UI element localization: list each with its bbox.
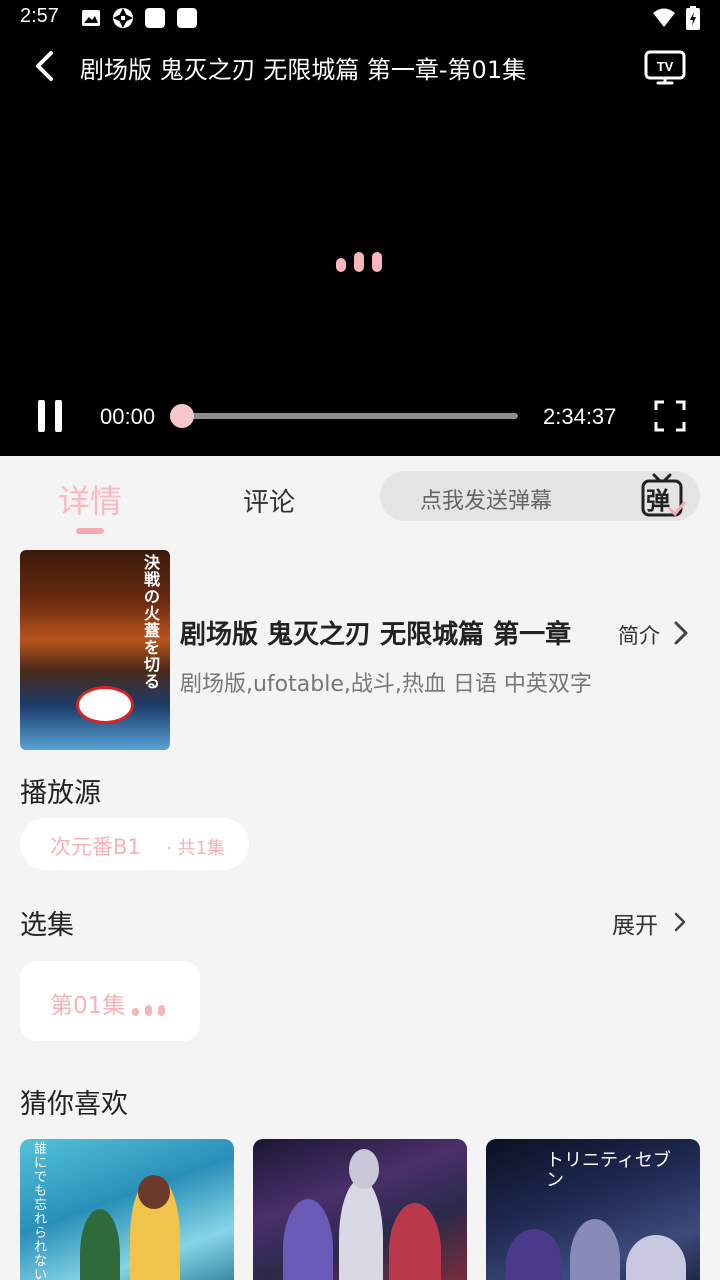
recommend-card[interactable]: トリニティセブン xyxy=(486,1139,700,1280)
video-player[interactable]: 2:57 剧场版 鬼灭之刃 无限城篇 第一章-第01集 TV 00:00 2:3… xyxy=(0,0,720,456)
pause-button[interactable] xyxy=(36,400,64,432)
source-name: 次元番B1 xyxy=(50,835,141,859)
episode-label: 第01集 xyxy=(50,993,126,1019)
source-chip[interactable]: 次元番B1 · 共1集 xyxy=(20,818,249,870)
danmaku-char: 弹 xyxy=(646,487,670,515)
sources-heading: 播放源 xyxy=(20,778,101,809)
aperture-icon xyxy=(113,8,133,28)
danmaku-input[interactable]: 点我发送弹幕 弹 xyxy=(380,471,700,521)
danmaku-toggle-icon[interactable]: 弹 xyxy=(640,473,688,519)
current-time: 00:00 xyxy=(100,404,156,429)
poster-logo xyxy=(76,686,134,724)
pause-icon xyxy=(55,400,62,432)
episode-card[interactable]: 第01集 xyxy=(20,961,200,1041)
back-arrow-icon[interactable] xyxy=(28,48,64,84)
chevron-right-icon[interactable] xyxy=(672,909,688,935)
recommend-card[interactable]: 誰にでも忘れられない夏がある xyxy=(20,1139,234,1280)
playing-indicator xyxy=(132,1005,165,1016)
show-tags: 剧场版,ufotable,战斗,热血 日语 中英双字 xyxy=(180,672,592,697)
intro-link[interactable]: 简介 xyxy=(618,620,660,650)
expand-link[interactable]: 展开 xyxy=(612,906,658,940)
fullscreen-icon[interactable] xyxy=(654,400,686,432)
episodes-heading: 选集 xyxy=(20,910,74,941)
status-time: 2:57 xyxy=(20,5,59,27)
seek-bar[interactable] xyxy=(180,413,518,419)
rec-poster-text: トリニティセブン xyxy=(546,1150,671,1191)
status-bar: 2:57 xyxy=(0,0,720,36)
tab-comments[interactable]: 评论 xyxy=(243,482,295,519)
show-title: 剧场版 鬼灭之刃 无限城篇 第一章 xyxy=(180,620,572,650)
wifi-icon xyxy=(653,8,675,27)
loading-indicator xyxy=(336,252,382,272)
video-title: 剧场版 鬼灭之刃 无限城篇 第一章-第01集 xyxy=(80,56,527,84)
pause-icon xyxy=(38,400,45,432)
square-app-icon xyxy=(177,8,197,28)
tab-bar: 详情 评论 点我发送弹幕 弹 xyxy=(0,456,720,540)
recommend-card[interactable] xyxy=(253,1139,467,1280)
seek-thumb[interactable] xyxy=(170,404,194,428)
battery-icon xyxy=(686,6,700,30)
tv-cast-icon[interactable]: TV xyxy=(644,48,686,86)
rec-poster-text: 誰にでも忘れられない夏がある xyxy=(34,1142,48,1280)
square-app-icon xyxy=(145,8,165,28)
svg-text:TV: TV xyxy=(657,59,674,74)
total-time: 2:34:37 xyxy=(543,404,617,429)
recommend-heading: 猜你喜欢 xyxy=(20,1089,128,1120)
tab-active-indicator xyxy=(76,528,104,534)
chevron-right-icon[interactable] xyxy=(670,619,692,647)
danmaku-placeholder: 点我发送弹幕 xyxy=(420,489,553,514)
poster-text: 決戦の火蓋を切る xyxy=(144,553,161,691)
image-icon xyxy=(82,10,100,26)
source-count: · 共1集 xyxy=(166,838,225,859)
show-poster[interactable]: 決戦の火蓋を切る xyxy=(20,550,170,750)
tab-detail[interactable]: 详情 xyxy=(58,476,122,522)
